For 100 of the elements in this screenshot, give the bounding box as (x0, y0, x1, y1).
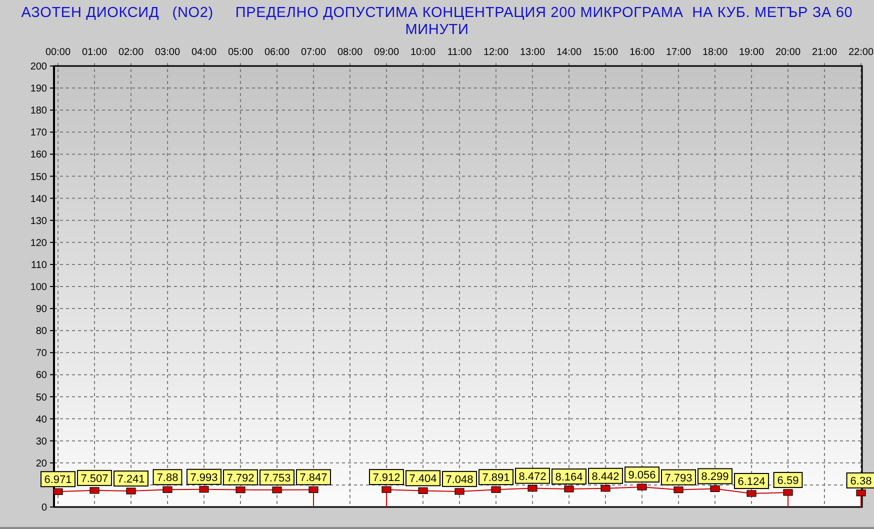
data-label: 7.847 (300, 472, 328, 484)
x-tick-label: 00:00 (45, 47, 71, 58)
data-label: 7.793 (664, 472, 692, 484)
data-marker (674, 486, 684, 494)
y-tick-label: 190 (30, 84, 47, 95)
data-label: 7.792 (223, 469, 258, 486)
y-tick-label: 120 (30, 238, 47, 249)
data-label: 7.048 (446, 474, 474, 486)
x-tick-label: 18:00 (702, 47, 728, 58)
data-label: 8.442 (588, 468, 623, 484)
data-label: 8.299 (698, 468, 732, 484)
data-label: 9.056 (628, 470, 656, 482)
x-tick-label: 14:00 (556, 47, 582, 58)
x-tick-label: 21:00 (812, 47, 838, 58)
x-tick-label: 06:00 (264, 47, 290, 58)
data-label: 8.164 (555, 472, 583, 484)
data-label: 7.507 (80, 472, 108, 485)
data-label: 6.59 (777, 474, 799, 487)
data-label: 7.793 (661, 469, 696, 486)
data-label: 6.38 (846, 472, 874, 488)
data-marker (528, 485, 538, 492)
data-label: 7.891 (482, 472, 510, 484)
data-label: 7.847 (296, 469, 331, 486)
data-marker (236, 486, 246, 494)
x-tick-label: 15:00 (592, 47, 618, 58)
data-marker (491, 486, 501, 493)
data-label: 7.753 (263, 472, 291, 484)
data-marker (162, 486, 172, 493)
y-tick-label: 80 (36, 326, 47, 338)
data-marker (308, 486, 318, 493)
data-marker (90, 487, 100, 494)
data-label: 8.164 (552, 468, 586, 484)
x-tick-label: 09:00 (374, 47, 400, 58)
data-marker (272, 486, 282, 494)
data-label: 7.404 (406, 470, 440, 486)
y-tick-label: 110 (31, 260, 47, 271)
y-tick-label: 50 (36, 392, 47, 404)
x-tick-label: 03:00 (154, 47, 180, 58)
data-label: 7.912 (369, 469, 404, 486)
x-tick-label: 17:00 (666, 47, 692, 58)
data-label: 6.124 (738, 476, 766, 488)
data-marker (454, 488, 464, 495)
x-tick-label: 08:00 (337, 47, 363, 58)
x-tick-label: 19:00 (738, 47, 764, 58)
data-label: 6.971 (44, 474, 72, 486)
x-tick-label: 12:00 (483, 47, 509, 58)
data-label: 7.792 (226, 472, 254, 484)
y-tick-label: 140 (30, 194, 47, 205)
y-tick-label: 90 (36, 304, 47, 316)
data-label: 7.88 (152, 469, 182, 486)
y-tick-label: 0 (41, 502, 47, 514)
y-tick-label: 150 (30, 172, 47, 183)
data-marker (783, 489, 793, 496)
y-tick-label: 130 (30, 216, 47, 227)
y-tick-label: 200 (30, 62, 47, 72)
x-tick-label: 13:00 (520, 47, 546, 58)
y-tick-label: 30 (36, 436, 47, 448)
y-tick-label: 180 (30, 106, 47, 117)
data-label: 6.971 (40, 471, 76, 488)
y-tick-label: 20 (36, 458, 47, 470)
data-marker (126, 488, 136, 494)
data-label: 7.993 (190, 472, 218, 484)
x-tick-label: 20:00 (775, 47, 801, 58)
data-label: 8.472 (515, 468, 550, 484)
data-label: 7.404 (409, 473, 437, 486)
data-label: 9.056 (624, 466, 660, 483)
chart-title: АЗОТЕН ДИОКСИД (NO2) ПРЕДЕЛНО ДОПУСТИМА КОНЦЕНТРАЦИЯ 200 МИКРОГРАМА НА КУБ. МЕТЪР ЗА 60 МИНУТИ (20, 4, 854, 40)
y-tick-label: 170 (30, 128, 47, 139)
data-marker (600, 485, 610, 492)
data-marker (418, 487, 428, 494)
x-tick-label: 10:00 (410, 47, 436, 58)
data-label: 7.993 (186, 468, 222, 485)
y-tick-label: 40 (36, 414, 47, 426)
data-marker (199, 486, 209, 493)
data-label: 7.912 (372, 472, 400, 484)
data-label: 8.299 (701, 471, 729, 484)
data-label: 6.59 (773, 472, 803, 488)
data-label: 7.241 (117, 474, 145, 486)
x-tick-label: 02:00 (118, 47, 144, 58)
x-tick-label: 22:00 (848, 47, 874, 58)
x-tick-label: 05:00 (228, 47, 254, 58)
y-tick-label: 60 (36, 370, 47, 382)
data-marker (746, 490, 756, 497)
x-tick-label: 16:00 (629, 47, 655, 58)
y-tick-label: 70 (36, 348, 47, 360)
data-label: 7.88 (156, 472, 178, 484)
data-label: 7.753 (260, 469, 294, 486)
data-label: 7.048 (442, 470, 477, 487)
data-label: 6.124 (734, 473, 769, 489)
data-label: 8.442 (592, 470, 620, 483)
x-tick-label: 01:00 (82, 47, 108, 58)
data-label: 7.507 (77, 470, 112, 486)
data-label: 8.472 (518, 470, 546, 483)
data-marker (637, 484, 647, 490)
data-label: 7.241 (114, 470, 148, 487)
data-marker (710, 485, 720, 492)
data-marker (382, 486, 392, 493)
x-tick-label: 04:00 (191, 47, 217, 58)
x-tick-label: 07:00 (300, 47, 326, 58)
data-marker (564, 486, 574, 492)
